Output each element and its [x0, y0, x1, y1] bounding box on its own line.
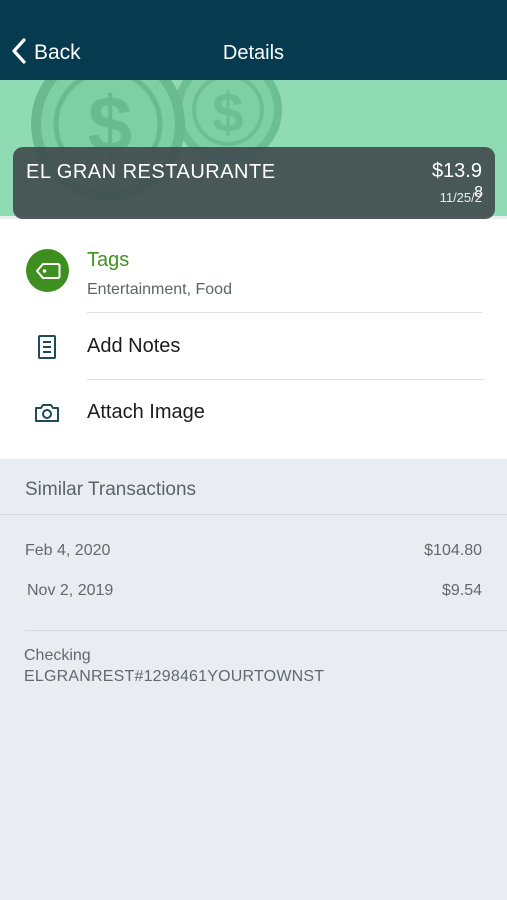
add-notes-row[interactable]: Add Notes [0, 323, 507, 369]
page-title: Details [222, 42, 285, 64]
similar-transaction-amount: $104.80 [424, 542, 482, 559]
similar-transaction-amount: $9.54 [441, 582, 482, 599]
navigation-bar: Back Details [0, 0, 507, 80]
divider [87, 379, 485, 380]
transaction-amount: $13.9 [431, 160, 482, 182]
transaction-summary-card: EL GRAN RESTAURANTE $13.9 11/25/2 8 [13, 147, 495, 219]
notes-icon [34, 334, 60, 360]
camera-icon [34, 400, 60, 426]
actions-panel: Tags Entertainment, Food Add Notes Attac… [0, 219, 507, 459]
tag-icon [26, 249, 69, 292]
add-notes-label: Add Notes [87, 335, 181, 357]
account-name: Checking [24, 647, 91, 664]
tags-value: Entertainment, Food [87, 281, 232, 298]
attach-image-row[interactable]: Attach Image [0, 389, 507, 435]
similar-transaction-date: Nov 2, 2019 [27, 582, 114, 599]
divider [87, 312, 483, 313]
attach-image-label: Attach Image [87, 401, 205, 423]
svg-text:$: $ [212, 81, 243, 144]
tags-label: Tags [87, 249, 130, 271]
tags-row[interactable]: Tags Entertainment, Food [0, 235, 507, 307]
transaction-amount-overflow: 8 [474, 184, 483, 201]
similar-transaction-date: Feb 4, 2020 [25, 542, 111, 559]
similar-transaction-row[interactable]: Feb 4, 2020 $104.80 [0, 537, 507, 567]
transaction-descriptor: ELGRANREST#1298461YOURTOWNST [24, 668, 325, 685]
similar-transactions-title: Similar Transactions [25, 479, 197, 500]
divider [0, 514, 507, 515]
divider [25, 630, 507, 631]
merchant-name: EL GRAN RESTAURANTE [26, 161, 276, 183]
similar-transaction-row[interactable]: Nov 2, 2019 $9.54 [0, 577, 507, 607]
